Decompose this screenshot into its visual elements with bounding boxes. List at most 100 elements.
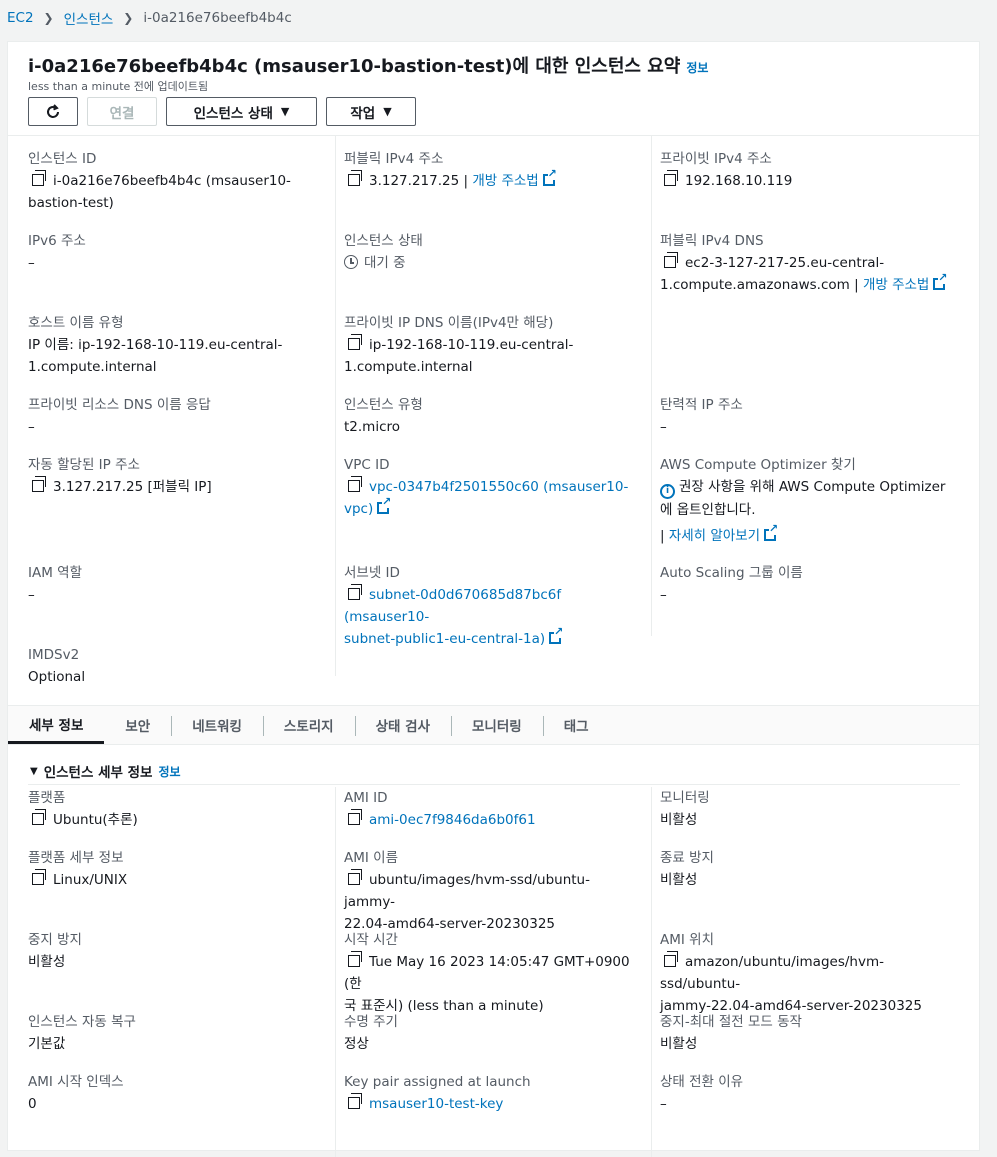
subnet-link[interactable]: subnet-0d0d670685d87bc6f (msauser10- [344, 587, 561, 625]
instance-id-value-cont: bastion-test) [28, 195, 114, 211]
instance-id-value: i-0a216e76beefb4b4c (msauser10- [53, 173, 291, 189]
copy-icon[interactable] [664, 252, 678, 268]
key-pair-link[interactable]: msauser10-test-key [369, 1096, 503, 1112]
external-link-icon[interactable] [764, 523, 779, 541]
actions-dropdown[interactable]: 작업 ▼ [326, 97, 416, 126]
instance-type-value: t2.micro [344, 419, 401, 435]
field-iam-role: IAM 역할 – [28, 562, 318, 606]
external-link-icon[interactable] [933, 272, 948, 290]
info-icon: i [660, 484, 675, 499]
field-label: 모니터링 [660, 790, 710, 806]
copy-icon[interactable] [348, 951, 362, 967]
copy-icon[interactable] [348, 584, 362, 600]
details-grid: 플랫폼 Ubuntu(추론) AMI ID ami-0ec7f9846da6b0… [8, 787, 979, 1157]
open-address-link[interactable]: 개방 주소법 [472, 173, 538, 189]
field-monitoring: 모니터링 비활성 [660, 787, 950, 831]
field-label: 인스턴스 유형 [344, 397, 423, 413]
resource-dns-value: – [28, 419, 35, 435]
field-ami-launch-index: AMI 시작 인덱스 0 [28, 1071, 318, 1115]
vpc-link-cont[interactable]: vpc) [344, 501, 373, 517]
copy-icon[interactable] [32, 809, 46, 825]
tab-status-checks[interactable]: 상태 검사 [354, 706, 451, 744]
vpc-link[interactable]: vpc-0347b4f2501550c60 (msauser10- [369, 479, 628, 495]
copy-icon[interactable] [32, 869, 46, 885]
external-link-icon[interactable] [542, 168, 557, 186]
field-key-pair: Key pair assigned at launch msauser10-te… [344, 1071, 634, 1115]
private-dns-value: ip-192-168-10-119.eu-central- [369, 337, 574, 353]
panel-header: i-0a216e76beefb4b4c (msauser10-bastion-t… [8, 42, 979, 136]
field-label: 프라이빗 리소스 DNS 이름 응답 [28, 397, 211, 413]
copy-icon[interactable] [32, 476, 46, 492]
external-link-icon[interactable] [549, 626, 564, 644]
optimizer-link-cont[interactable]: 에 옵트인합니다. [660, 499, 970, 521]
open-address-link[interactable]: 개방 주소법 [863, 277, 929, 293]
field-ami-id: AMI ID ami-0ec7f9846da6b0f61 [344, 787, 634, 831]
monitoring-value: 비활성 [660, 812, 698, 828]
optimizer-link[interactable]: 권장 사항을 위해 AWS Compute Optimizer [679, 479, 945, 495]
field-ami-name: AMI 이름 ubuntu/images/hvm-ssd/ubuntu-jamm… [344, 847, 634, 935]
field-hostname-type: 호스트 이름 유형 IP 이름: ip-192-168-10-119.eu-ce… [28, 312, 318, 378]
field-lifecycle: 수명 주기 정상 [344, 1011, 634, 1055]
tab-storage[interactable]: 스토리지 [262, 706, 355, 744]
copy-icon[interactable] [32, 170, 46, 186]
ami-id-link[interactable]: ami-0ec7f9846da6b0f61 [369, 812, 536, 828]
ami-name-value: ubuntu/images/hvm-ssd/ubuntu-jammy- [344, 872, 590, 910]
field-compute-optimizer: AWS Compute Optimizer 찾기 i 권장 사항을 위해 AWS … [660, 454, 970, 547]
copy-icon[interactable] [348, 476, 362, 492]
field-launch-time: 시작 시간 Tue May 16 2023 14:05:47 GMT+0900 … [344, 929, 634, 1017]
launch-time-value: Tue May 16 2023 14:05:47 GMT+0900 (한 [344, 954, 630, 992]
field-state-reason: 상태 전환 이유 – [660, 1071, 950, 1115]
field-elastic-ip: 탄력적 IP 주소 – [660, 394, 950, 438]
caret-down-icon: ▼ [280, 105, 290, 118]
field-label: 자동 할당된 IP 주소 [28, 457, 140, 473]
tab-networking[interactable]: 네트워킹 [171, 706, 263, 744]
page-title-text: i-0a216e76beefb4b4c (msauser10-bastion-t… [28, 56, 681, 77]
subnet-link-cont[interactable]: subnet-public1-eu-central-1a) [344, 631, 545, 647]
clock-icon [344, 255, 358, 269]
field-ami-location: AMI 위치 amazon/ubuntu/images/hvm-ssd/ubun… [660, 929, 950, 1017]
action-bar: 연결 인스턴스 상태 ▼ 작업 ▼ [28, 97, 416, 126]
copy-icon[interactable] [348, 334, 362, 350]
field-public-dns: 퍼블릭 IPv4 DNS ec2-3-127-217-25.eu-central… [660, 230, 950, 296]
instance-state-dropdown[interactable]: 인스턴스 상태 ▼ [166, 97, 317, 126]
copy-icon[interactable] [348, 1093, 362, 1109]
tab-details[interactable]: 세부 정보 [8, 706, 105, 744]
field-label: 중지 방지 [28, 932, 82, 948]
platform-value: Ubuntu(추론) [53, 812, 138, 828]
info-link[interactable]: 정보 [686, 61, 708, 75]
field-private-dns: 프라이빗 IP DNS 이름(IPv4만 해당) ip-192-168-10-1… [344, 312, 634, 378]
hibernate-value: 비활성 [660, 1036, 698, 1052]
refresh-button[interactable] [28, 97, 78, 126]
tab-security[interactable]: 보안 [104, 706, 171, 744]
field-asg-name: Auto Scaling 그룹 이름 – [660, 562, 950, 606]
state-reason-value: – [660, 1096, 667, 1112]
public-ipv4-value: 3.127.217.25 [369, 173, 460, 189]
info-link[interactable]: 정보 [158, 763, 180, 780]
iam-role-value: – [28, 587, 35, 603]
section-title: 인스턴스 세부 정보 [43, 765, 153, 781]
instance-details-toggle[interactable]: ▼ 인스턴스 세부 정보 정보 [30, 761, 181, 782]
field-label: AMI 위치 [660, 932, 714, 948]
detail-tabs: 세부 정보 보안 네트워킹 스토리지 상태 검사 모니터링 태그 [8, 705, 979, 745]
connect-button[interactable]: 연결 [87, 97, 157, 126]
copy-icon[interactable] [348, 170, 362, 186]
lifecycle-value: 정상 [344, 1036, 369, 1052]
breadcrumb-instances[interactable]: 인스턴스 [64, 8, 114, 28]
external-link-icon[interactable] [377, 496, 392, 514]
field-termination-protection: 종료 방지 비활성 [660, 847, 950, 891]
learn-more-link[interactable]: 자세히 알아보기 [669, 528, 760, 544]
field-label: Key pair assigned at launch [344, 1074, 531, 1090]
hostname-type-value: IP 이름: ip-192-168-10-119.eu-central- [28, 337, 283, 353]
field-label: AMI 이름 [344, 850, 398, 866]
tab-monitoring[interactable]: 모니터링 [451, 706, 543, 744]
imdsv2-value: Optional [28, 669, 86, 685]
stop-protect-value: 비활성 [28, 954, 66, 970]
field-label: 프라이빗 IP DNS 이름(IPv4만 해당) [344, 315, 554, 331]
breadcrumb-ec2[interactable]: EC2 [7, 10, 34, 26]
tab-tags[interactable]: 태그 [542, 706, 610, 744]
copy-icon[interactable] [664, 170, 678, 186]
copy-icon[interactable] [664, 951, 678, 967]
copy-icon[interactable] [348, 869, 362, 885]
field-label: IMDSv2 [28, 647, 80, 663]
copy-icon[interactable] [348, 809, 362, 825]
